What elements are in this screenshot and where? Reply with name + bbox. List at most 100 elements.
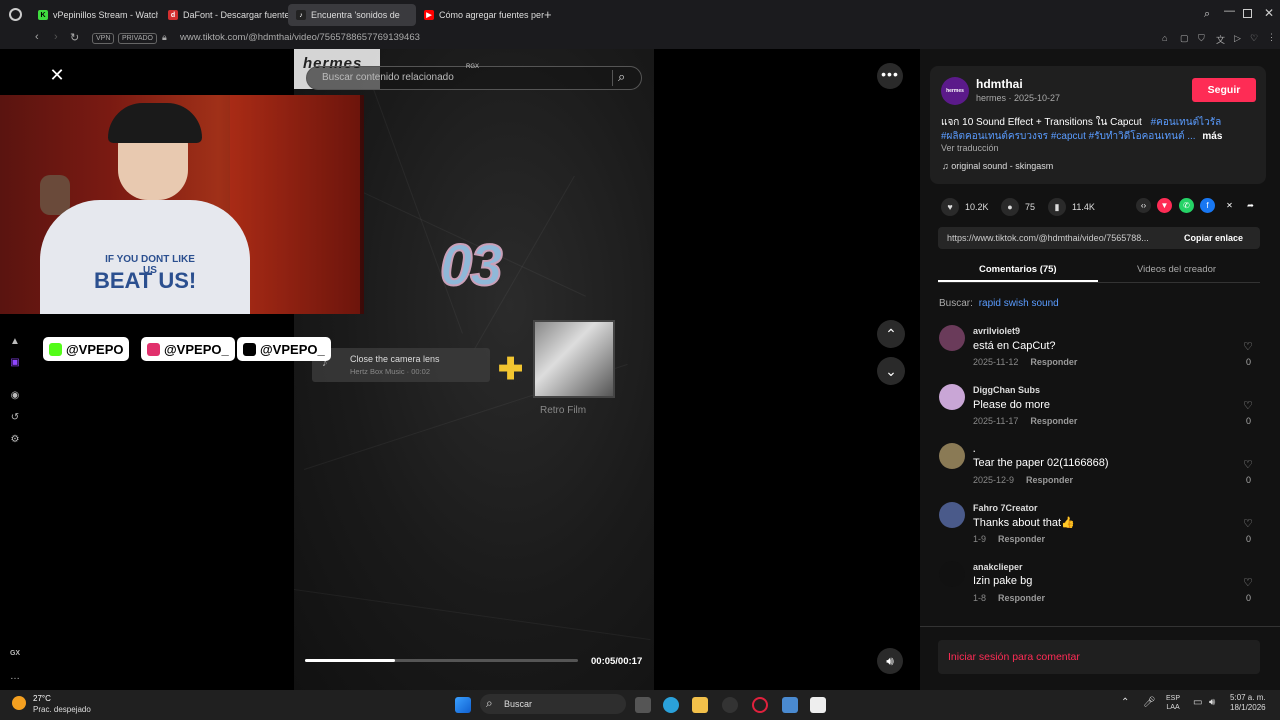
back-icon[interactable]: ‹ bbox=[35, 31, 39, 43]
language-indicator[interactable]: ESP LAA bbox=[1166, 694, 1180, 712]
comment-text: está en CapCut? bbox=[973, 340, 1056, 352]
share-arrow-icon[interactable]: ➦ bbox=[1243, 198, 1258, 213]
sidebar-toggle-icon[interactable]: ⋮ bbox=[1267, 32, 1276, 43]
comment-avatar[interactable] bbox=[939, 561, 965, 587]
whatsapp-icon[interactable]: ✆ bbox=[1179, 198, 1194, 213]
tab-0[interactable]: K vPepinillos Stream - Watch bbox=[30, 4, 158, 26]
save-stat[interactable]: ▮ 11.4K bbox=[1048, 198, 1095, 216]
network-icon[interactable]: ▭ bbox=[1193, 697, 1202, 708]
translate-icon[interactable]: 文 bbox=[1216, 33, 1225, 46]
capcut-icon[interactable] bbox=[810, 697, 826, 713]
weather-description[interactable]: Prac. despejado bbox=[33, 705, 91, 714]
player-icon[interactable]: ◉ bbox=[9, 390, 21, 402]
vpn-badge[interactable]: VPN bbox=[92, 33, 115, 44]
close-video-button[interactable]: ✕ bbox=[46, 64, 68, 86]
minimize-icon[interactable]: — bbox=[1224, 5, 1235, 17]
caption-hashtag[interactable]: #คอนเทนต์ไวรัล bbox=[1151, 117, 1222, 128]
comment-like-count: 0 bbox=[1246, 475, 1252, 485]
tab-creator-videos[interactable]: Videos del creador bbox=[1137, 264, 1216, 275]
opera-gx-icon[interactable] bbox=[752, 697, 768, 713]
tab-1[interactable]: d DaFont - Descargar fuentes bbox=[160, 4, 288, 26]
embed-icon[interactable]: ‹› bbox=[1136, 198, 1151, 213]
more-options-button[interactable]: ••• bbox=[877, 63, 903, 89]
avatar[interactable]: hermes bbox=[941, 77, 969, 105]
comment-user[interactable]: avrilviolet9 bbox=[973, 326, 1020, 336]
comment-avatar[interactable] bbox=[939, 502, 965, 528]
caption-more-link[interactable]: más bbox=[1202, 131, 1222, 142]
taskbar-search[interactable]: ⌕ bbox=[480, 694, 626, 714]
opera-logo-icon[interactable] bbox=[9, 8, 22, 21]
next-video-button[interactable]: ⌄ bbox=[877, 357, 905, 385]
like-stat[interactable]: ♥ 10.2K bbox=[941, 198, 989, 216]
weather-temperature[interactable]: 27°C bbox=[33, 694, 51, 703]
volume-tray-icon[interactable]: 🔊︎ bbox=[1209, 697, 1215, 708]
tab-comments[interactable]: Comentarios (75) bbox=[979, 264, 1057, 275]
system-clock[interactable]: 5:07 a. m. 18/1/2026 bbox=[1230, 693, 1266, 713]
forward-icon[interactable]: › bbox=[54, 31, 58, 43]
search-tabs-icon[interactable]: ⌕ bbox=[1204, 8, 1210, 21]
reload-icon[interactable]: ↻ bbox=[70, 31, 79, 44]
facebook-icon[interactable]: f bbox=[1200, 198, 1215, 213]
heart-icon[interactable]: ♡ bbox=[1250, 33, 1258, 44]
reply-button[interactable]: Responder bbox=[1030, 357, 1077, 367]
tray-chevron-icon[interactable]: ⌃ bbox=[1121, 697, 1129, 708]
copy-link-button[interactable]: Copiar enlace bbox=[1184, 233, 1243, 243]
more-dots-icon[interactable]: … bbox=[9, 671, 21, 683]
comment-user[interactable]: DiggChan Subs bbox=[973, 385, 1040, 395]
reply-button[interactable]: Responder bbox=[998, 593, 1045, 603]
previous-video-button[interactable]: ⌃ bbox=[877, 320, 905, 348]
login-to-comment-text[interactable]: Iniciar sesión para comentar bbox=[948, 651, 1080, 663]
caption-hashtags[interactable]: #ผลิตคอนเทนต์ครบวงจร #capcut #รับทำวิดีโ… bbox=[941, 131, 1196, 142]
comment-like-icon[interactable]: ♡ bbox=[1243, 576, 1253, 589]
steam-icon[interactable] bbox=[722, 697, 738, 713]
bookmark-icon[interactable]: ⌂ bbox=[1162, 33, 1167, 43]
start-icon[interactable] bbox=[455, 697, 471, 713]
comment-like-icon[interactable]: ♡ bbox=[1243, 458, 1253, 471]
twitch-icon[interactable]: ▣ bbox=[9, 357, 21, 369]
mic-icon[interactable]: 🎤︎ bbox=[1143, 697, 1156, 708]
task-view-icon[interactable] bbox=[635, 697, 651, 713]
reply-button[interactable]: Responder bbox=[1026, 475, 1073, 485]
restore-icon[interactable] bbox=[1243, 9, 1252, 18]
comment-avatar[interactable] bbox=[939, 443, 965, 469]
url-field[interactable]: www.tiktok.com/@hdmthai/video/7565788657… bbox=[180, 32, 420, 43]
comment-user[interactable]: . bbox=[973, 444, 976, 454]
aria-icon[interactable]: ▲ bbox=[9, 336, 21, 348]
close-window-icon[interactable]: ✕ bbox=[1264, 6, 1274, 20]
see-translation-link[interactable]: Ver traducción bbox=[941, 143, 999, 153]
creator-username[interactable]: hdmthai bbox=[976, 77, 1023, 91]
telegram-icon[interactable] bbox=[663, 697, 679, 713]
share-link-url[interactable]: https://www.tiktok.com/@hdmthai/video/75… bbox=[947, 233, 1149, 243]
comment-user[interactable]: anakclieper bbox=[973, 562, 1023, 572]
x-icon[interactable]: ✕ bbox=[1222, 198, 1237, 213]
friends-share-icon[interactable]: ▼ bbox=[1157, 198, 1172, 213]
tab-3[interactable]: ▶ Cómo agregar fuentes per bbox=[416, 4, 544, 26]
search-suggestion[interactable]: Buscar: rapid swish sound bbox=[939, 298, 1059, 309]
send-icon[interactable]: ▷ bbox=[1234, 33, 1241, 44]
comment-user[interactable]: Fahro 7Creator bbox=[973, 503, 1038, 513]
reply-button[interactable]: Responder bbox=[1030, 416, 1077, 426]
shield-icon[interactable]: ⛉ bbox=[1198, 33, 1205, 44]
tab-2[interactable]: ♪ Encuentra 'sonidos de bbox=[288, 4, 416, 26]
snapshot-icon[interactable]: ▢ bbox=[1180, 33, 1189, 44]
search-term-link[interactable]: rapid swish sound bbox=[979, 298, 1059, 309]
save-count: 11.4K bbox=[1072, 202, 1095, 212]
follow-button[interactable]: Seguir bbox=[1192, 78, 1256, 102]
discord-icon[interactable] bbox=[782, 697, 798, 713]
comment-like-icon[interactable]: ♡ bbox=[1243, 399, 1253, 412]
search-button[interactable]: ⌕ bbox=[612, 69, 632, 86]
comment-avatar[interactable] bbox=[939, 325, 965, 351]
volume-icon[interactable]: 🔊︎ bbox=[877, 648, 903, 674]
weather-icon[interactable] bbox=[12, 696, 26, 710]
music-link[interactable]: ♫ original sound - skingasm bbox=[942, 161, 1053, 171]
comment-like-icon[interactable]: ♡ bbox=[1243, 340, 1253, 353]
gx-icon[interactable]: GX bbox=[9, 650, 21, 662]
comment-avatar[interactable] bbox=[939, 384, 965, 410]
settings-icon[interactable]: ⚙ bbox=[9, 434, 21, 446]
comment-like-icon[interactable]: ♡ bbox=[1243, 517, 1253, 530]
new-tab-button[interactable]: + bbox=[544, 7, 552, 22]
history-icon[interactable]: ↺ bbox=[9, 412, 21, 424]
file-explorer-icon[interactable] bbox=[692, 697, 708, 713]
reply-button[interactable]: Responder bbox=[998, 534, 1045, 544]
comment-stat[interactable]: ● 75 bbox=[1001, 198, 1035, 216]
